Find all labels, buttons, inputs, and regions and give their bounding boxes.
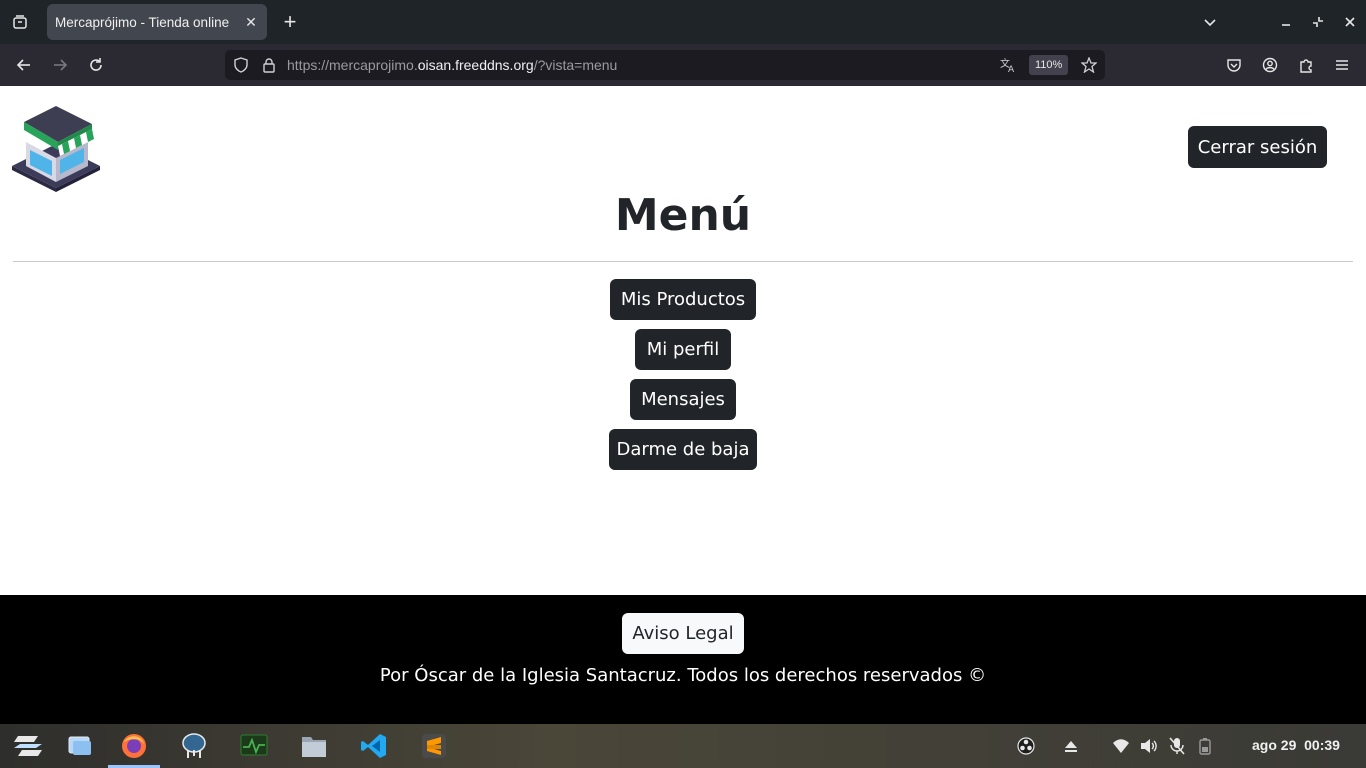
lock-icon[interactable] — [259, 55, 279, 75]
url-host: oisan.freeddns.org — [417, 57, 534, 73]
chevron-down-icon[interactable] — [1196, 8, 1224, 36]
workspaces-icon[interactable] — [64, 730, 96, 762]
browser-tab-strip: Mercaprójimo - Tienda online ✕ + — [0, 0, 1366, 44]
divider — [13, 261, 1353, 262]
system-monitor-icon[interactable] — [238, 730, 270, 762]
my-products-button[interactable]: Mis Productos — [610, 279, 756, 320]
shield-icon[interactable] — [231, 55, 251, 75]
page-title: Menú — [614, 190, 752, 241]
my-profile-button[interactable]: Mi perfil — [635, 329, 731, 370]
clock-time: 00:39 — [1304, 737, 1340, 753]
page-content: Cerrar sesión Menú Mis Productos Mi perf… — [0, 86, 1366, 595]
hamburger-menu-icon[interactable] — [1328, 51, 1356, 79]
reload-icon[interactable] — [82, 51, 110, 79]
unsubscribe-button[interactable]: Darme de baja — [609, 429, 757, 470]
url-path: /?vista=menu — [533, 57, 618, 73]
battery-icon[interactable] — [1195, 736, 1215, 756]
postgresql-icon[interactable] — [178, 730, 210, 762]
browser-tab[interactable]: Mercaprójimo - Tienda online ✕ — [47, 4, 267, 40]
eject-icon[interactable] — [1061, 736, 1081, 756]
store-logo-icon — [12, 102, 102, 192]
zoom-level-badge[interactable]: 110% — [1029, 55, 1069, 75]
logout-button[interactable]: Cerrar sesión — [1188, 126, 1327, 168]
browser-navigation-bar: https://mercaprojimo.oisan.freeddns.org/… — [0, 44, 1366, 86]
svg-text:A: A — [1008, 65, 1015, 74]
new-tab-icon[interactable]: + — [276, 8, 304, 36]
files-icon[interactable] — [298, 730, 330, 762]
forward-arrow-icon[interactable] — [46, 51, 74, 79]
account-icon[interactable] — [1256, 51, 1284, 79]
firefox-icon[interactable] — [118, 730, 150, 762]
obs-icon[interactable] — [1016, 736, 1036, 756]
restore-icon[interactable] — [1304, 8, 1332, 36]
address-bar[interactable]: https://mercaprojimo.oisan.freeddns.org/… — [225, 50, 1105, 80]
bookmark-star-icon[interactable] — [1079, 55, 1099, 75]
url-scheme-subdomain: https://mercaprojimo. — [287, 57, 418, 73]
sublime-text-icon[interactable] — [418, 730, 450, 762]
back-arrow-icon[interactable] — [10, 51, 38, 79]
close-tab-icon[interactable]: ✕ — [241, 12, 261, 32]
page-footer: Aviso Legal Por Óscar de la Iglesia Sant… — [0, 595, 1366, 724]
close-window-icon[interactable] — [1336, 8, 1364, 36]
clock[interactable]: ago 29 00:39 — [1252, 737, 1340, 753]
tab-title: Mercaprójimo - Tienda online — [55, 14, 230, 30]
volume-icon[interactable] — [1139, 736, 1159, 756]
clock-date: ago 29 — [1252, 737, 1297, 753]
vscode-icon[interactable] — [358, 730, 390, 762]
tab-overview-icon[interactable] — [6, 8, 34, 36]
zorin-menu-icon[interactable] — [12, 730, 44, 762]
extensions-icon[interactable] — [1292, 51, 1320, 79]
system-taskbar: ago 29 00:39 — [0, 724, 1366, 768]
legal-notice-button[interactable]: Aviso Legal — [622, 613, 744, 654]
wifi-icon[interactable] — [1111, 736, 1131, 756]
copyright-text: Por Óscar de la Iglesia Santacruz. Todos… — [379, 665, 987, 686]
pocket-icon[interactable] — [1220, 51, 1248, 79]
url-text[interactable]: https://mercaprojimo.oisan.freeddns.org/… — [287, 57, 617, 73]
microphone-muted-icon[interactable] — [1167, 736, 1187, 756]
translate-icon[interactable]: 文A — [998, 55, 1018, 75]
messages-button[interactable]: Mensajes — [630, 379, 736, 420]
minimize-icon[interactable] — [1272, 8, 1300, 36]
